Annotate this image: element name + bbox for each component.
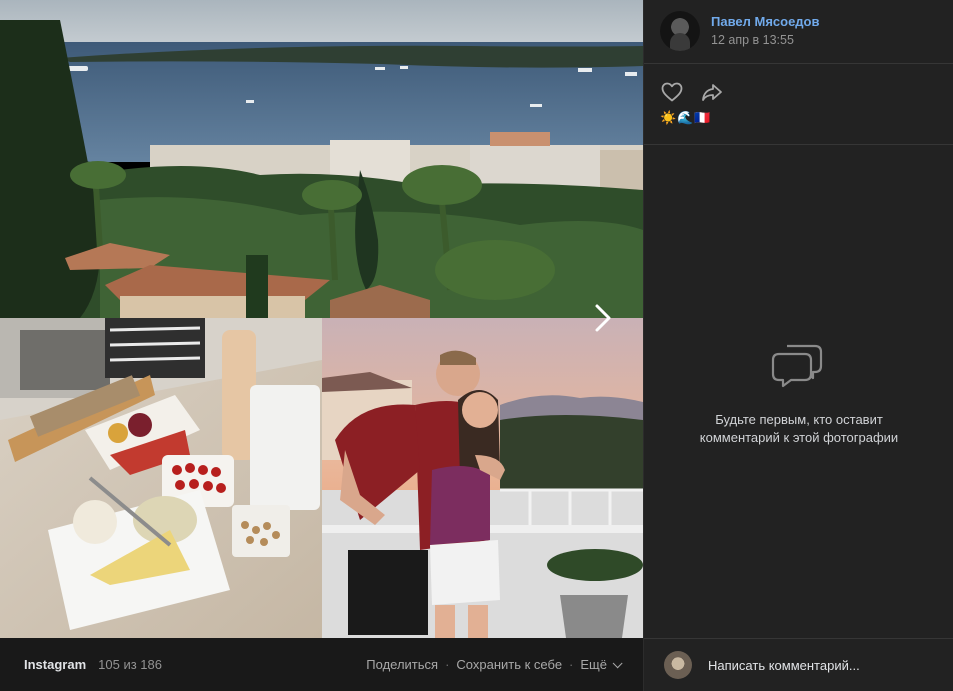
post-sidebar: Павел Мясоедов 12 апр в 13:55 ☀️🌊🇫🇷 Будь… bbox=[643, 0, 953, 691]
divider bbox=[644, 63, 953, 64]
photo-counter: 105 из 186 bbox=[98, 657, 162, 672]
separator: · bbox=[445, 657, 450, 672]
album-source[interactable]: Instagram bbox=[24, 657, 86, 672]
share-arrow-icon[interactable] bbox=[700, 80, 724, 104]
photo-collage bbox=[0, 0, 643, 638]
photo-bottom-bar: Instagram 105 из 186 Поделиться · Сохран… bbox=[0, 638, 643, 691]
empty-comments: Будьте первым, кто оставит комментарий к… bbox=[644, 338, 953, 447]
empty-comments-text: Будьте первым, кто оставит комментарий к… bbox=[699, 412, 899, 445]
avatar[interactable] bbox=[660, 11, 700, 51]
author-name[interactable]: Павел Мясоедов bbox=[711, 13, 820, 30]
comments-icon bbox=[771, 344, 823, 388]
author-meta: Павел Мясоедов 12 апр в 13:55 bbox=[711, 13, 820, 49]
post-caption: ☀️🌊🇫🇷 bbox=[660, 110, 712, 125]
photo-viewer: Instagram 105 из 186 Поделиться · Сохран… bbox=[0, 0, 953, 691]
avatar bbox=[664, 651, 692, 679]
post-author: Павел Мясоедов 12 апр в 13:55 bbox=[660, 11, 820, 51]
separator: · bbox=[569, 657, 574, 672]
more-button[interactable]: Ещё bbox=[580, 657, 623, 672]
comment-input[interactable]: Написать комментарий... bbox=[708, 658, 860, 673]
chevron-right-icon bbox=[595, 304, 611, 332]
divider bbox=[644, 144, 953, 145]
next-photo-arrow[interactable] bbox=[588, 300, 620, 336]
photo-actions: Поделиться · Сохранить к себе · Ещё bbox=[366, 657, 623, 672]
comment-bar: Написать комментарий... bbox=[644, 638, 953, 691]
share-button[interactable]: Поделиться bbox=[366, 657, 438, 672]
heart-icon[interactable] bbox=[660, 80, 684, 104]
photo[interactable] bbox=[0, 0, 643, 638]
post-date[interactable]: 12 апр в 13:55 bbox=[711, 32, 820, 49]
save-button[interactable]: Сохранить к себе bbox=[456, 657, 562, 672]
reactions bbox=[660, 80, 724, 104]
chevron-down-icon bbox=[612, 658, 623, 669]
more-label: Ещё bbox=[580, 657, 607, 672]
